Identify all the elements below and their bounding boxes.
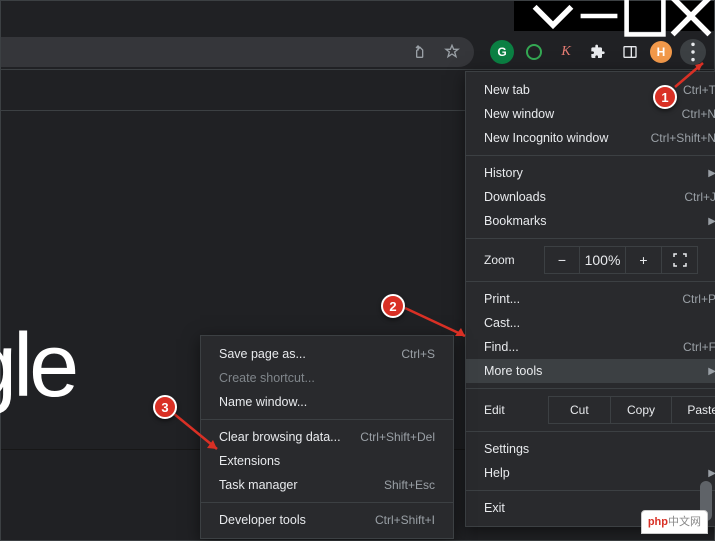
menu-edit-row: Edit Cut Copy Paste xyxy=(466,394,715,426)
menu-label: Cast... xyxy=(484,316,520,330)
menu-separator xyxy=(201,419,453,420)
menu-label: More tools xyxy=(484,364,542,378)
submenu-dev-tools[interactable]: Developer tools Ctrl+Shift+I xyxy=(201,508,453,532)
chevron-right-icon: ▶ xyxy=(696,216,715,227)
menu-more-tools[interactable]: More tools ▶ xyxy=(466,359,715,383)
menu-label: Extensions xyxy=(219,454,280,468)
side-panel-icon[interactable] xyxy=(618,40,642,64)
menu-label: Bookmarks xyxy=(484,214,547,228)
menu-label: History xyxy=(484,166,523,180)
menu-label: New Incognito window xyxy=(484,131,608,145)
zoom-value: 100% xyxy=(580,246,626,274)
chevron-right-icon: ▶ xyxy=(696,366,715,377)
menu-separator xyxy=(466,490,715,491)
submenu-create-shortcut: Create shortcut... xyxy=(201,366,453,390)
arrow-3 xyxy=(171,411,225,455)
submenu-save-page[interactable]: Save page as... Ctrl+S xyxy=(201,342,453,366)
menu-zoom-row: Zoom − 100% + xyxy=(466,244,715,276)
zoom-in-button[interactable]: + xyxy=(626,246,662,274)
shortcut-text: Ctrl+Shift+N xyxy=(651,131,715,145)
paste-button[interactable]: Paste xyxy=(672,396,715,424)
submenu-clear-data[interactable]: Clear browsing data... Ctrl+Shift+Del xyxy=(201,425,453,449)
shortcut-text: Ctrl+Shift+I xyxy=(375,513,435,527)
zoom-out-button[interactable]: − xyxy=(544,246,580,274)
browser-toolbar: G K H xyxy=(1,35,714,69)
callout-3: 3 xyxy=(153,395,177,419)
menu-label: Print... xyxy=(484,292,520,306)
menu-label: Name window... xyxy=(219,395,307,409)
watermark-suffix: 中文网 xyxy=(668,516,701,528)
watermark-brand: php xyxy=(648,516,668,528)
menu-help[interactable]: Help ▶ xyxy=(466,461,715,485)
menu-label: Task manager xyxy=(219,478,298,492)
shortcut-text: Ctrl+N xyxy=(682,107,715,121)
submenu-extensions[interactable]: Extensions xyxy=(201,449,453,473)
menu-bookmarks[interactable]: Bookmarks ▶ xyxy=(466,209,715,233)
menu-new-window[interactable]: New window Ctrl+N xyxy=(466,102,715,126)
menu-downloads[interactable]: Downloads Ctrl+J xyxy=(466,185,715,209)
extension-circle-icon[interactable] xyxy=(522,40,546,64)
menu-history[interactable]: History ▶ xyxy=(466,161,715,185)
menu-label: Clear browsing data... xyxy=(219,430,341,444)
chrome-main-menu: New tabCtrl+T New windowCtrl+N New Incog… xyxy=(465,71,715,527)
omnibox-right xyxy=(1,37,474,67)
menu-label: Developer tools xyxy=(219,513,306,527)
share-icon[interactable] xyxy=(406,40,430,64)
submenu-task-manager[interactable]: Task manager Shift+Esc xyxy=(201,473,453,497)
zoom-label: Zoom xyxy=(484,253,544,267)
menu-label: New tab xyxy=(484,83,530,97)
menu-separator xyxy=(466,431,715,432)
close-button[interactable] xyxy=(668,1,714,31)
callout-2: 2 xyxy=(381,294,405,318)
menu-settings[interactable]: Settings xyxy=(466,437,715,461)
menu-label: Help xyxy=(484,466,510,480)
arrow-2 xyxy=(403,306,473,342)
callout-1: 1 xyxy=(653,85,677,109)
menu-label: Exit xyxy=(484,501,505,515)
menu-label: Create shortcut... xyxy=(219,371,315,385)
copy-button[interactable]: Copy xyxy=(611,396,673,424)
chevron-right-icon: ▶ xyxy=(696,168,715,179)
menu-incognito[interactable]: New Incognito window Ctrl+Shift+N xyxy=(466,126,715,150)
menu-label: New window xyxy=(484,107,554,121)
chevron-right-icon: ▶ xyxy=(696,468,715,479)
arrow-1 xyxy=(669,59,709,89)
menu-separator xyxy=(466,281,715,282)
dropdown-button[interactable] xyxy=(530,1,576,31)
extension-k-icon[interactable]: K xyxy=(554,40,578,64)
menu-label: Find... xyxy=(484,340,519,354)
menu-separator xyxy=(466,238,715,239)
fullscreen-button[interactable] xyxy=(662,246,698,274)
extensions-puzzle-icon[interactable] xyxy=(586,40,610,64)
shortcut-text: Ctrl+S xyxy=(401,347,435,361)
shortcut-text: Ctrl+Shift+Del xyxy=(360,430,435,444)
shortcut-text: Shift+Esc xyxy=(384,478,435,492)
window-controls xyxy=(514,1,714,31)
menu-print[interactable]: Print... Ctrl+P xyxy=(466,287,715,311)
submenu-name-window[interactable]: Name window... xyxy=(201,390,453,414)
menu-label: Downloads xyxy=(484,190,546,204)
bookmark-star-icon[interactable] xyxy=(440,40,464,64)
menu-label: Settings xyxy=(484,442,529,456)
shortcut-text: Ctrl+P xyxy=(682,292,715,306)
minimize-button[interactable] xyxy=(576,1,622,31)
edit-label: Edit xyxy=(484,403,548,417)
menu-separator xyxy=(201,502,453,503)
cut-button[interactable]: Cut xyxy=(548,396,611,424)
more-tools-submenu: Save page as... Ctrl+S Create shortcut...… xyxy=(200,335,454,539)
shortcut-text: Ctrl+F xyxy=(683,340,715,354)
menu-separator xyxy=(466,388,715,389)
watermark: php中文网 xyxy=(641,510,708,534)
menu-separator xyxy=(466,155,715,156)
google-logo: ogle xyxy=(0,315,75,418)
menu-label: Save page as... xyxy=(219,347,306,361)
maximize-button[interactable] xyxy=(622,1,668,31)
shortcut-text: Ctrl+J xyxy=(684,190,715,204)
menu-find[interactable]: Find... Ctrl+F xyxy=(466,335,715,359)
menu-cast[interactable]: Cast... xyxy=(466,311,715,335)
extension-grammarly-icon[interactable]: G xyxy=(490,40,514,64)
